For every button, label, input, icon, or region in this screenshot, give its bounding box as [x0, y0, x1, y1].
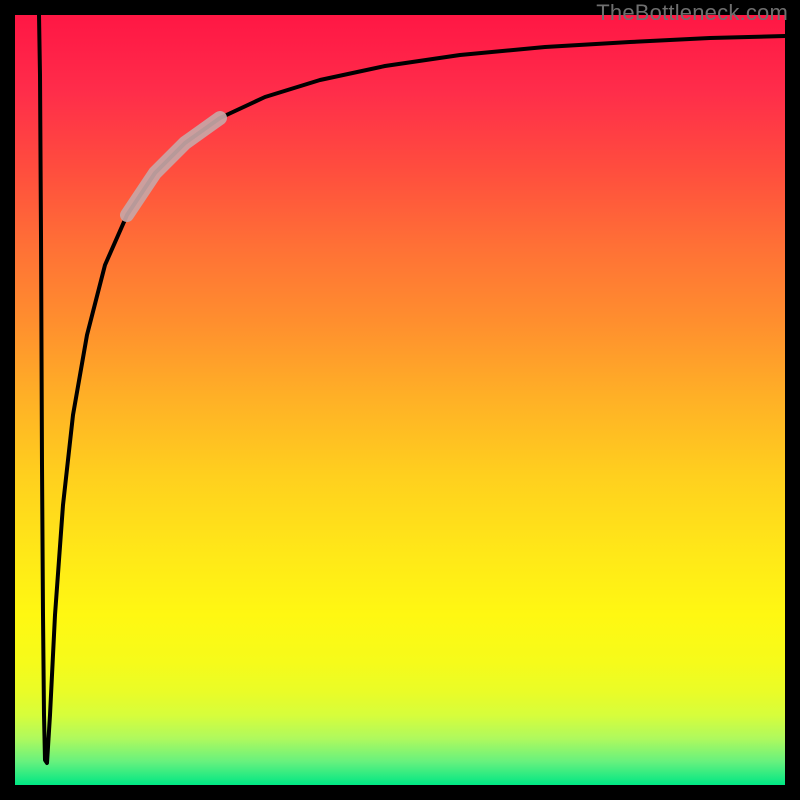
plot-area: [15, 15, 785, 785]
chart-stage: TheBottleneck.com: [0, 0, 800, 800]
watermark-label: TheBottleneck.com: [596, 0, 788, 26]
